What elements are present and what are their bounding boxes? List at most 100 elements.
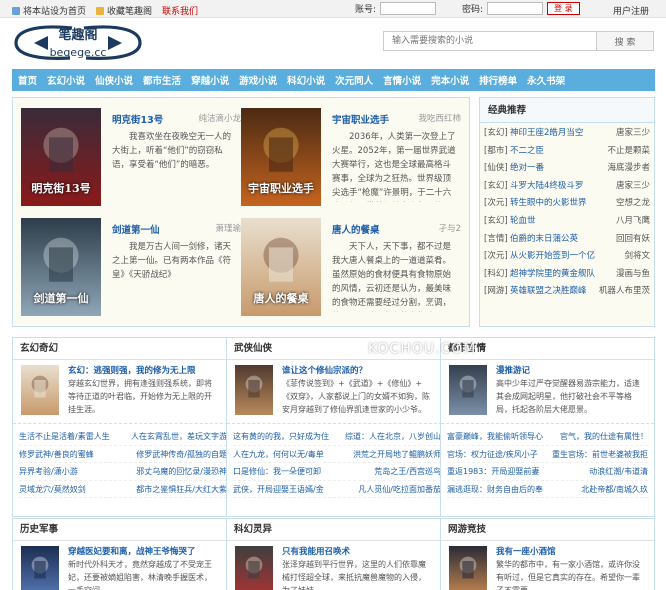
book-link[interactable]: 富豪巅峰，我能偷听领导心 [447, 428, 543, 445]
bookmark-link[interactable]: 收藏笔趣阁 [96, 4, 152, 17]
sidebar-book-item[interactable]: [次元] 转生眼中的火影世界 空想之龙 [484, 195, 650, 213]
book-link[interactable]: 人在玄霄乱世，差玩文字游 [131, 428, 227, 445]
sidebar-book-item[interactable]: [言情] 伯爵的末日蒲公英 回回有妖 [484, 231, 650, 249]
book-cover[interactable] [449, 546, 487, 590]
nav-item[interactable]: 都市生活 [143, 73, 181, 87]
book-title[interactable]: 从火影开始签到一个亿 [510, 248, 624, 266]
set-homepage-link[interactable]: 将本站设为首页 [12, 4, 86, 17]
search-button[interactable]: 搜 索 [597, 31, 654, 51]
sidebar-book-item[interactable]: [仙侠] 绝对一番 海底漫步者 [484, 160, 650, 178]
book-link[interactable]: 武侠，开局迎娶王语嫣/金 [233, 481, 324, 498]
book-author[interactable]: 唐家三少 [616, 125, 650, 143]
book-cover[interactable]: 剑道第一仙 [21, 218, 101, 316]
nav-item[interactable]: 永久书架 [527, 73, 565, 87]
book-author[interactable]: 萧瑾瑜 [215, 222, 241, 234]
book-link[interactable]: 邪丈乌魔的回忆录/漫恐神 [136, 463, 227, 480]
book-title[interactable]: 绝对一番 [510, 160, 607, 178]
book-author[interactable]: 机器人布里茨 [599, 283, 650, 301]
nav-item[interactable]: 完本小说 [431, 73, 469, 87]
book-title[interactable]: 斗罗大陆4终极斗罗 [510, 178, 616, 196]
book-link[interactable]: 这有黄的的我，只好成为住 [233, 428, 329, 445]
password-input[interactable] [487, 2, 544, 15]
book-link[interactable]: 洪荒之开局地了鲲鹏妖师 [353, 446, 441, 463]
book-title[interactable]: 伯爵的末日蒲公英 [510, 231, 616, 249]
book-link[interactable]: 官场：权力征途/疾风小子 [447, 446, 538, 463]
contact-link[interactable]: 联系我们 [162, 4, 198, 17]
book-link[interactable]: 凡人觅仙/吃拉面加番茄 [358, 481, 441, 498]
book-link[interactable]: 重生官场：前世老婆被我拒 [552, 446, 648, 463]
book-link[interactable]: 修罗武神传奇/孤独的自题 [136, 446, 227, 463]
book-title[interactable]: 漫推游记 [496, 364, 646, 376]
account-input[interactable] [380, 2, 437, 15]
book-title[interactable]: 明克街13号 [112, 112, 163, 126]
sidebar-book-item[interactable]: [都市] 不二之臣 不止是颗菜 [484, 143, 650, 161]
nav-item[interactable]: 次元同人 [335, 73, 373, 87]
book-link[interactable]: 异界考验/潇小游 [19, 463, 78, 480]
book-title[interactable]: 神印王座2皓月当空 [510, 125, 616, 143]
nav-item[interactable]: 仙侠小说 [95, 73, 133, 87]
nav-item[interactable]: 穿越小说 [191, 73, 229, 87]
book-title[interactable]: 只有我能用召唤术 [282, 545, 432, 557]
book-title[interactable]: 转生眼中的火影世界 [510, 195, 616, 213]
book-author[interactable]: 我吃西红柿 [418, 112, 461, 124]
register-link[interactable]: 用户注册 [613, 4, 649, 17]
book-link[interactable]: 荒岛之王/西宫巡鸟 [374, 463, 441, 480]
book-cover[interactable] [449, 365, 487, 415]
book-link[interactable]: 口是修仙：我一朵便可卸 [233, 463, 321, 480]
category-title[interactable]: 玄幻奇幻 [13, 338, 233, 360]
book-title[interactable]: 我有一座小酒馆 [496, 545, 646, 557]
book-title[interactable]: 宇宙职业选手 [332, 112, 389, 126]
category-title[interactable]: 网游竞技 [441, 519, 654, 541]
book-cover[interactable] [21, 546, 59, 590]
book-title[interactable]: 剑道第一仙 [112, 222, 160, 236]
sidebar-book-item[interactable]: [科幻] 超神学院里的黄金舰队 漫画与鱼 [484, 266, 650, 284]
book-author[interactable]: 八月飞鹰 [616, 213, 650, 231]
book-author[interactable]: 海底漫步者 [607, 160, 650, 178]
book-link[interactable]: 人在九龙，何何以无/毒单 [233, 446, 324, 463]
sidebar-book-item[interactable]: [次元] 从火影开始签到一个亿 剑将文 [484, 248, 650, 266]
book-title[interactable]: 英雄联盟之决胜巅峰 [510, 283, 599, 301]
book-title[interactable]: 玄幻：逃强则强，我的修为无上限 [68, 364, 218, 376]
book-link[interactable]: 修罗武神/善良的蜜蜂 [19, 446, 94, 463]
sidebar-book-item[interactable]: [玄幻] 轮血世 八月飞鹰 [484, 213, 650, 231]
book-author[interactable]: 孑与2 [439, 222, 461, 234]
book-cover[interactable] [235, 546, 273, 590]
book-author[interactable]: 剑将文 [624, 248, 650, 266]
nav-item[interactable]: 首页 [18, 73, 37, 87]
category-title[interactable]: 科幻灵异 [227, 519, 447, 541]
nav-item[interactable]: 排行榜单 [479, 73, 517, 87]
nav-item[interactable]: 游戏小说 [239, 73, 277, 87]
book-link[interactable]: 重返1983：开局迎娶前妻 [447, 463, 539, 480]
category-title[interactable]: 历史军事 [13, 519, 233, 541]
book-title[interactable]: 不二之臣 [510, 143, 607, 161]
site-logo[interactable]: 笔趣阁 beqege.cc [12, 22, 144, 64]
login-button[interactable]: 登 录 [547, 2, 580, 15]
book-title[interactable]: 谁让这个修仙宗派的？ [282, 364, 432, 376]
book-link[interactable]: 漏逃逛现：财务自由后的奉 [447, 481, 543, 498]
sidebar-book-item[interactable]: [玄幻] 斗罗大陆4终极斗罗 唐家三少 [484, 178, 650, 196]
book-author[interactable]: 不止是颗菜 [607, 143, 650, 161]
book-author[interactable]: 唐家三少 [616, 178, 650, 196]
book-link[interactable]: 动浪红潮/韦道清 [589, 463, 648, 480]
book-title[interactable]: 超神学院里的黄金舰队 [510, 266, 616, 284]
book-cover[interactable] [235, 365, 273, 415]
book-title[interactable]: 穿越医妃要和离，战神王爷悔哭了 [68, 545, 218, 557]
book-title[interactable]: 唐人的餐桌 [332, 222, 380, 236]
book-link[interactable]: 生活不止是活着/素雷人生 [19, 428, 110, 445]
book-cover[interactable]: 宇宙职业选手 [241, 108, 321, 206]
search-input[interactable] [383, 31, 597, 51]
sidebar-book-item[interactable]: [网游] 英雄联盟之决胜巅峰 机器人布里茨 [484, 283, 650, 301]
book-author[interactable]: 空想之龙 [616, 195, 650, 213]
book-author[interactable]: 漫画与鱼 [616, 266, 650, 284]
book-cover[interactable]: 唐人的餐桌 [241, 218, 321, 316]
sidebar-book-item[interactable]: [玄幻] 神印王座2皓月当空 唐家三少 [484, 125, 650, 143]
book-link[interactable]: 灵域龙穴/莫然奴剑 [19, 481, 86, 498]
book-link[interactable]: 北赴帝都/南城久玖 [581, 481, 648, 498]
nav-item[interactable]: 玄幻小说 [47, 73, 85, 87]
book-link[interactable]: 官气，我的仕途有属性！ [560, 428, 648, 445]
book-author[interactable]: 纯洁滴小龙 [198, 112, 241, 124]
nav-item[interactable]: 科幻小说 [287, 73, 325, 87]
nav-item[interactable]: 言情小说 [383, 73, 421, 87]
book-cover[interactable] [21, 365, 59, 415]
book-cover[interactable]: 明克街13号 [21, 108, 101, 206]
